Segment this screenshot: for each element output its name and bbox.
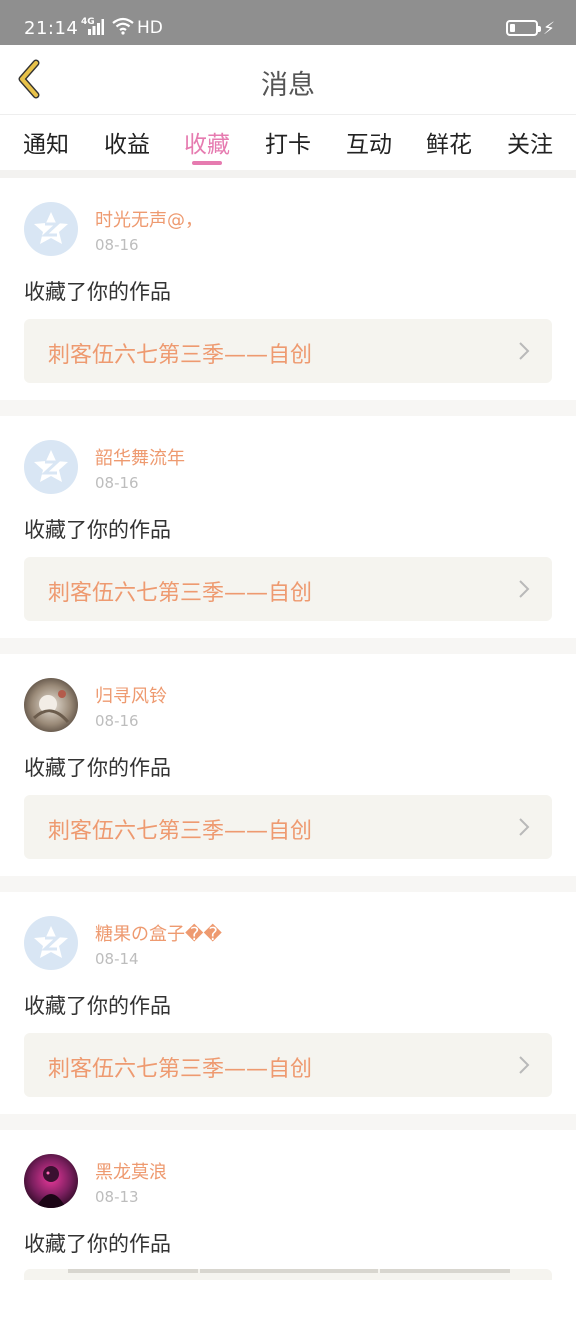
timestamp: 08-16 bbox=[95, 712, 139, 730]
list-item: 韶华舞流年 08-16 收藏了你的作品 刺客伍六七第三季——自创 bbox=[0, 416, 576, 638]
chevron-right-icon bbox=[519, 580, 530, 598]
default-avatar-icon[interactable] bbox=[24, 916, 78, 970]
work-title: 刺客伍六七第三季——自创 bbox=[48, 343, 313, 368]
user-avatar[interactable] bbox=[24, 1154, 78, 1208]
work-title: 刺客伍六七第三季——自创 bbox=[48, 819, 313, 844]
wifi-icon bbox=[112, 17, 134, 35]
chevron-right-icon bbox=[519, 1056, 530, 1074]
work-link[interactable] bbox=[24, 1269, 552, 1280]
timestamp: 08-16 bbox=[95, 474, 139, 492]
divider bbox=[0, 170, 576, 178]
chevron-right-icon bbox=[519, 342, 530, 360]
username[interactable]: 糖果の盒子�� bbox=[95, 920, 222, 946]
work-link[interactable]: 刺客伍六七第三季——自创 bbox=[24, 319, 552, 383]
default-avatar-icon[interactable] bbox=[24, 440, 78, 494]
tab-favorites[interactable]: 收藏 bbox=[177, 125, 237, 159]
username[interactable]: 黑龙莫浪 bbox=[95, 1158, 167, 1184]
action-text: 收藏了你的作品 bbox=[24, 1232, 171, 1256]
action-text: 收藏了你的作品 bbox=[24, 756, 171, 780]
username[interactable]: 韶华舞流年 bbox=[95, 444, 185, 470]
work-title: 刺客伍六七第三季——自创 bbox=[48, 581, 313, 606]
username[interactable]: 归寻风铃 bbox=[95, 682, 167, 708]
tab-follows[interactable]: 关注 bbox=[500, 125, 560, 159]
status-time: 21:14 bbox=[24, 18, 79, 39]
tab-earnings[interactable]: 收益 bbox=[97, 125, 157, 159]
signal-icon bbox=[88, 19, 104, 35]
charging-icon: ⚡ bbox=[543, 19, 555, 39]
list-item: 时光无声@， 08-16 收藏了你的作品 刺客伍六七第三季——自创 bbox=[0, 178, 576, 400]
work-link[interactable]: 刺客伍六七第三季——自创 bbox=[24, 1033, 552, 1097]
notification-list: 时光无声@， 08-16 收藏了你的作品 刺客伍六七第三季——自创 韶华舞流年 … bbox=[0, 178, 576, 1330]
action-text: 收藏了你的作品 bbox=[24, 280, 171, 304]
action-text: 收藏了你的作品 bbox=[24, 518, 171, 542]
active-tab-indicator bbox=[192, 161, 222, 165]
default-avatar-icon[interactable] bbox=[24, 202, 78, 256]
timestamp: 08-13 bbox=[95, 1188, 139, 1206]
work-link[interactable]: 刺客伍六七第三季——自创 bbox=[24, 557, 552, 621]
work-link[interactable]: 刺客伍六七第三季——自创 bbox=[24, 795, 552, 859]
chevron-right-icon bbox=[519, 818, 530, 836]
hd-indicator: HD bbox=[137, 18, 163, 38]
page-title: 消息 bbox=[261, 70, 315, 101]
status-bar: 21:14 4G HD ⚡ bbox=[0, 0, 576, 45]
timestamp: 08-14 bbox=[95, 950, 139, 968]
user-avatar[interactable] bbox=[24, 678, 78, 732]
battery-icon bbox=[506, 20, 541, 36]
work-title: 刺客伍六七第三季——自创 bbox=[48, 1057, 313, 1082]
list-item: 黑龙莫浪 08-13 收藏了你的作品 bbox=[0, 1130, 576, 1330]
username[interactable]: 时光无声@， bbox=[95, 206, 203, 232]
app-header: 消息 bbox=[0, 45, 576, 115]
list-item: 糖果の盒子�� 08-14 收藏了你的作品 刺客伍六七第三季——自创 bbox=[0, 892, 576, 1114]
tab-flowers[interactable]: 鲜花 bbox=[419, 125, 479, 159]
action-text: 收藏了你的作品 bbox=[24, 994, 171, 1018]
tab-interactions[interactable]: 互动 bbox=[339, 125, 399, 159]
tab-checkin[interactable]: 打卡 bbox=[258, 125, 318, 159]
list-item: 归寻风铃 08-16 收藏了你的作品 刺客伍六七第三季——自创 bbox=[0, 654, 576, 876]
tab-notifications[interactable]: 通知 bbox=[16, 125, 76, 159]
timestamp: 08-16 bbox=[95, 236, 139, 254]
tab-bar: 通知 收益 收藏 打卡 互动 鲜花 关注 bbox=[0, 115, 576, 170]
